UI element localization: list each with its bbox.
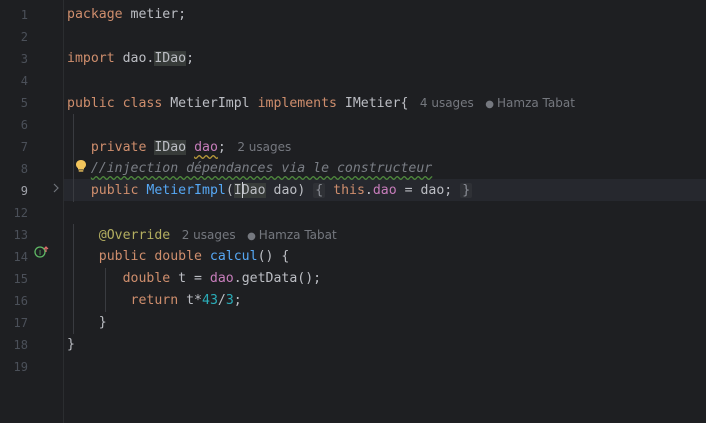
keyword: private bbox=[90, 140, 147, 155]
line-number: 7 bbox=[20, 140, 28, 154]
closing-brace: } bbox=[67, 337, 75, 352]
type-name: IDao bbox=[154, 140, 187, 155]
line-number: 18 bbox=[13, 338, 28, 352]
folded-brace-close[interactable]: } bbox=[460, 183, 473, 198]
line-number: 16 bbox=[13, 294, 28, 308]
semicolon: ; bbox=[233, 293, 242, 308]
line-number: 4 bbox=[20, 74, 28, 88]
field-name: dao bbox=[194, 140, 218, 155]
code-line-9[interactable]: public MetierImpl(IDao dao) { this.dao =… bbox=[67, 180, 473, 202]
author-hint[interactable]: ● Hamza Tabat bbox=[474, 96, 575, 110]
keyword: class bbox=[114, 96, 163, 111]
line-number: 12 bbox=[13, 206, 28, 220]
usages-hint[interactable]: 4 usages bbox=[408, 96, 474, 110]
code-line-7[interactable]: private IDao dao; 2 usages bbox=[67, 136, 291, 158]
person-icon: ● bbox=[247, 231, 256, 242]
line-gutter[interactable]: 1 2 3 4 5 6 7 8 9 12 13 14 15 16 17 18 1… bbox=[0, 0, 64, 423]
class-name: MetierImpl bbox=[162, 96, 250, 111]
code-line-14[interactable]: public double calcul() { bbox=[67, 246, 290, 268]
number-literal: 3 bbox=[225, 293, 234, 308]
code-line-3[interactable]: import dao.IDao; bbox=[67, 48, 194, 70]
code-line-5[interactable]: public class MetierImpl implements IMeti… bbox=[67, 92, 575, 114]
code-editor[interactable]: package metier; import dao.IDao; public … bbox=[64, 0, 706, 423]
usages-hint[interactable]: 2 usages bbox=[226, 140, 291, 154]
line-number-current: 9 bbox=[20, 184, 28, 198]
code-line-13[interactable]: @Override 2 usages ● Hamza Tabat bbox=[67, 224, 337, 246]
line-number: 19 bbox=[13, 360, 28, 374]
dot: . bbox=[364, 183, 373, 198]
line-number: 5 bbox=[20, 96, 28, 110]
usages-hint[interactable]: 2 usages bbox=[170, 228, 236, 242]
author-hint[interactable]: ● Hamza Tabat bbox=[236, 228, 337, 242]
field-name: dao bbox=[372, 183, 397, 198]
method-call: .getData(); bbox=[233, 271, 322, 286]
line-number: 15 bbox=[13, 272, 28, 286]
keyword: double bbox=[146, 249, 202, 264]
paren: ( bbox=[225, 183, 234, 198]
annotation: @Override bbox=[98, 228, 171, 243]
code-line-18[interactable]: } bbox=[67, 334, 75, 356]
line-number: 1 bbox=[20, 8, 28, 22]
person-icon: ● bbox=[485, 99, 494, 110]
expression: t* bbox=[178, 293, 202, 308]
keyword: this bbox=[333, 183, 365, 198]
keyword: public bbox=[98, 249, 147, 264]
code-line-1[interactable]: package metier; bbox=[67, 4, 186, 26]
closing-brace: } bbox=[98, 315, 107, 330]
import-package: dao. bbox=[114, 51, 155, 66]
keyword: public bbox=[90, 183, 139, 198]
field-name: dao bbox=[209, 271, 234, 286]
constructor-name: MetierImpl bbox=[146, 183, 226, 198]
line-number: 14 bbox=[13, 250, 28, 264]
keyword: implements bbox=[249, 96, 337, 111]
chevron-right-icon[interactable] bbox=[52, 179, 60, 201]
method-signature: () { bbox=[257, 249, 290, 264]
interface-name: IMetier{ bbox=[336, 96, 409, 111]
param-type: IDao bbox=[233, 182, 266, 198]
svg-text:I: I bbox=[39, 249, 41, 257]
keyword: return bbox=[130, 293, 179, 308]
implements-gutter-icon[interactable]: I bbox=[34, 245, 50, 267]
keyword: import bbox=[67, 51, 115, 66]
number-literal: 43 bbox=[202, 293, 218, 308]
folded-brace-open[interactable]: { bbox=[313, 183, 326, 198]
semicolon: ; bbox=[186, 51, 195, 66]
code-line-15[interactable]: double t = dao.getData(); bbox=[67, 268, 322, 290]
keyword: public bbox=[67, 96, 115, 111]
line-number: 8 bbox=[20, 162, 28, 176]
keyword: double bbox=[122, 271, 171, 286]
assignment: = dao; bbox=[396, 183, 453, 198]
comment: //injection dépendances via le construct… bbox=[90, 161, 433, 176]
keyword: package bbox=[67, 7, 123, 22]
line-number: 3 bbox=[20, 52, 28, 66]
code-line-17[interactable]: } bbox=[67, 312, 107, 334]
package-name: metier; bbox=[122, 7, 187, 22]
line-number: 17 bbox=[13, 316, 28, 330]
line-number: 13 bbox=[13, 228, 28, 242]
operator: / bbox=[217, 293, 226, 308]
semicolon: ; bbox=[217, 140, 226, 155]
code-line-16[interactable]: return t*43/3; bbox=[67, 290, 242, 312]
method-name: calcul bbox=[201, 249, 258, 264]
import-class: IDao bbox=[154, 51, 187, 66]
variable-decl: t = bbox=[170, 271, 210, 286]
param-name: dao) bbox=[265, 183, 306, 198]
line-number: 6 bbox=[20, 118, 28, 132]
code-line-8[interactable]: //injection dépendances via le construct… bbox=[67, 158, 432, 180]
line-number: 2 bbox=[20, 30, 28, 44]
